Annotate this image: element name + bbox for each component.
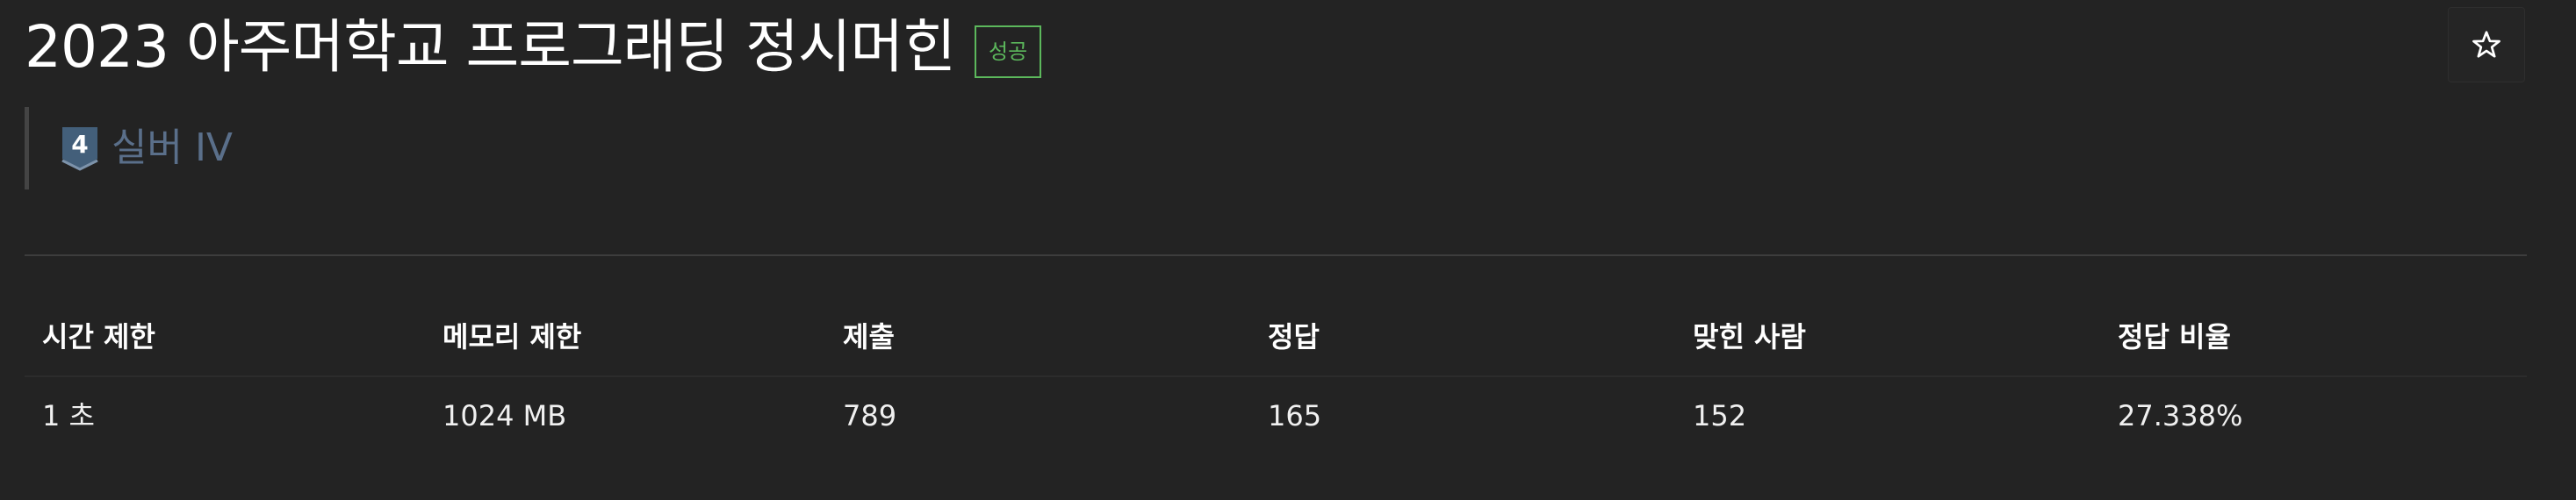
problem-title: 2023 아주머학교 프로그래딩 정시머힌 — [25, 13, 956, 81]
header-time-limit: 시간 제한 — [42, 320, 155, 354]
value-accepted-ratio: 27.338% — [2118, 399, 2243, 432]
star-icon — [2472, 31, 2500, 58]
status-badge: 성공 — [974, 25, 1042, 78]
header-memory-limit: 메모리 제한 — [443, 320, 582, 354]
header-submissions: 제출 — [843, 320, 895, 354]
stats-value-row: 1 초 1024 MB 789 165 152 27.338% — [25, 377, 2527, 454]
header-solved-users: 맞힌 사람 — [1693, 320, 1806, 354]
problem-page: 2023 아주머학교 프로그래딩 정시머힌 성공 4 실버 IV 시간 제한 메… — [0, 0, 2576, 500]
value-submissions: 789 — [843, 399, 897, 432]
header-accepted: 정답 — [1268, 320, 1320, 354]
title-row: 2023 아주머학교 프로그래딩 정시머힌 성공 — [25, 12, 1042, 82]
tier-label: 실버 IV — [112, 125, 234, 170]
tier-block: 4 실버 IV — [25, 107, 233, 189]
header-accepted-ratio: 정답 비율 — [2118, 320, 2231, 354]
silver-tier-icon: 4 — [61, 127, 98, 171]
divider — [25, 254, 2527, 256]
tier-number: 4 — [71, 130, 88, 159]
stats-header-row: 시간 제한 메모리 제한 제출 정답 맞힌 사람 정답 비율 — [25, 298, 2527, 377]
value-time-limit: 1 초 — [42, 399, 95, 432]
value-accepted: 165 — [1268, 399, 1322, 432]
favorite-star-button[interactable] — [2448, 7, 2525, 82]
stats-table: 시간 제한 메모리 제한 제출 정답 맞힌 사람 정답 비율 1 초 1024 … — [25, 298, 2527, 454]
value-solved-users: 152 — [1693, 399, 1747, 432]
value-memory-limit: 1024 MB — [443, 399, 567, 432]
